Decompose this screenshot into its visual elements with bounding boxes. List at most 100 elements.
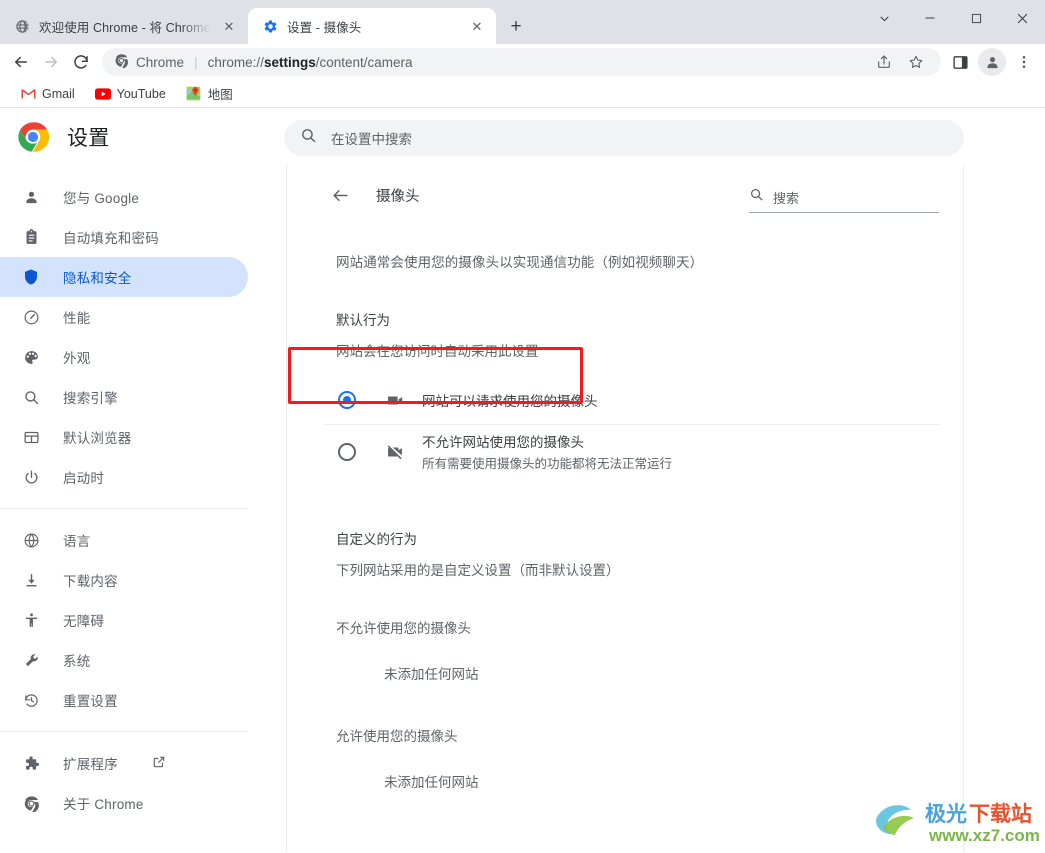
bookmark-maps[interactable]: 地图 — [178, 81, 241, 106]
sidebar-item-label: 性能 — [63, 307, 90, 327]
custom-group-empty: 未添加任何网站 — [384, 771, 939, 791]
bookmark-gmail[interactable]: Gmail — [12, 83, 83, 105]
search-icon — [749, 187, 764, 207]
page-title: 设置 — [67, 122, 110, 152]
sidebar-item-languages[interactable]: 语言 — [0, 520, 248, 560]
accessibility-icon — [21, 610, 41, 630]
svg-text:极光: 极光 — [925, 803, 967, 826]
settings-header: 设置 在设置中搜索 — [0, 109, 1045, 165]
default-behavior-label: 默认行为 — [336, 309, 939, 329]
sidebar-item-privacy-security[interactable]: 隐私和安全 — [0, 257, 248, 297]
back-arrow-icon[interactable] — [328, 183, 352, 207]
camera-description: 网站通常会使用您的摄像头以实现通信功能（例如视频聊天） — [336, 251, 939, 271]
sidebar-item-search-engine[interactable]: 搜索引擎 — [0, 377, 248, 417]
back-button[interactable] — [6, 47, 36, 77]
share-icon[interactable] — [869, 47, 899, 77]
sidebar-item-label: 系统 — [63, 650, 90, 670]
sidebar-divider — [0, 508, 248, 509]
settings-search-input[interactable]: 在设置中搜索 — [284, 120, 964, 156]
omnibox-separator: | — [194, 54, 198, 70]
close-button[interactable] — [999, 0, 1045, 36]
sidebar-item-accessibility[interactable]: 无障碍 — [0, 600, 248, 640]
star-icon[interactable] — [901, 47, 931, 77]
radio-option-subtitle: 所有需要使用摄像头的功能都将无法正常运行 — [422, 453, 672, 472]
videocam-icon — [384, 389, 406, 411]
address-bar[interactable]: Chrome | chrome://settings/content/camer… — [102, 48, 941, 76]
maximize-button[interactable] — [953, 0, 999, 36]
sidebar-item-extensions[interactable]: 扩展程序 — [0, 743, 248, 783]
custom-group-title: 不允许使用您的摄像头 — [336, 617, 939, 637]
gmail-icon — [20, 86, 36, 102]
sidebar-item-label: 默认浏览器 — [63, 427, 132, 447]
sidebar-item-autofill[interactable]: 自动填充和密码 — [0, 217, 248, 257]
bookmark-label: Gmail — [42, 87, 75, 101]
custom-group-blocked: 不允许使用您的摄像头 未添加任何网站 — [312, 617, 939, 683]
chrome-icon — [21, 793, 41, 813]
browser-tab-settings[interactable]: 设置 - 摄像头 ✕ — [248, 8, 496, 44]
sidebar-item-label: 关于 Chrome — [63, 793, 144, 813]
forward-button[interactable] — [36, 47, 66, 77]
videocam-off-icon — [384, 441, 406, 463]
speedometer-icon — [21, 307, 41, 327]
browser-window-icon — [21, 427, 41, 447]
sidebar-item-performance[interactable]: 性能 — [0, 297, 248, 337]
close-icon[interactable]: ✕ — [468, 17, 486, 35]
sidebar-item-reset-settings[interactable]: 重置设置 — [0, 680, 248, 720]
globe-icon — [21, 530, 41, 550]
profile-avatar[interactable] — [978, 48, 1006, 76]
radio-option-allow-camera[interactable]: 网站可以请求使用您的摄像头 — [325, 376, 939, 424]
minimize-button[interactable] — [907, 0, 953, 36]
radio-option-text: 网站可以请求使用您的摄像头 — [422, 390, 598, 410]
reload-button[interactable] — [66, 47, 96, 77]
content-search-placeholder: 搜索 — [773, 188, 799, 207]
google-maps-icon — [186, 86, 202, 102]
sidebar-item-default-browser[interactable]: 默认浏览器 — [0, 417, 248, 457]
bookmark-label: YouTube — [117, 87, 166, 101]
svg-text:www.xz7.com: www.xz7.com — [928, 826, 1039, 845]
custom-group-title: 允许使用您的摄像头 — [336, 725, 939, 745]
globe-icon — [14, 18, 30, 34]
content-title: 摄像头 — [376, 185, 420, 206]
youtube-icon — [95, 86, 111, 102]
settings-search-placeholder: 在设置中搜索 — [331, 128, 412, 148]
svg-text:下载站: 下载站 — [969, 802, 1032, 826]
chrome-logo — [17, 121, 49, 153]
radio-button-unselected[interactable] — [338, 443, 356, 461]
gear-icon — [262, 18, 278, 34]
clipboard-icon — [21, 227, 41, 247]
power-icon — [21, 467, 41, 487]
tab-search-button[interactable] — [861, 0, 907, 36]
history-restore-icon — [21, 690, 41, 710]
sidebar-item-label: 您与 Google — [63, 187, 139, 207]
browser-tab-welcome[interactable]: 欢迎使用 Chrome - 将 Chrome ✕ — [0, 8, 248, 44]
omnibox-chip-label: Chrome — [136, 55, 184, 70]
sidebar-item-downloads[interactable]: 下载内容 — [0, 560, 248, 600]
sidebar-item-about-chrome[interactable]: 关于 Chrome — [0, 783, 248, 823]
sidebar-item-system[interactable]: 系统 — [0, 640, 248, 680]
custom-behavior-sub: 下列网站采用的是自定义设置（而非默认设置） — [336, 559, 939, 579]
radio-option-text: 不允许网站使用您的摄像头 所有需要使用摄像头的功能都将无法正常运行 — [422, 431, 672, 472]
three-dot-menu-icon[interactable] — [1009, 47, 1039, 77]
new-tab-button[interactable]: + — [502, 12, 530, 40]
side-panel-icon[interactable] — [945, 47, 975, 77]
default-behavior-sub: 网站会在您访问时自动采用此设置 — [336, 340, 939, 360]
sidebar-item-label: 下载内容 — [63, 570, 118, 590]
sidebar-item-label: 自动填充和密码 — [63, 227, 159, 247]
url-prefix: chrome:// — [208, 55, 264, 70]
radio-button-selected[interactable] — [338, 391, 356, 409]
sidebar-item-appearance[interactable]: 外观 — [0, 337, 248, 377]
sidebar-item-label: 扩展程序 — [63, 753, 118, 773]
sidebar-item-you-and-google[interactable]: 您与 Google — [0, 177, 248, 217]
bookmark-bar: Gmail YouTube 地图 — [0, 80, 1045, 108]
custom-behavior-label: 自定义的行为 — [336, 528, 939, 548]
content-search-input[interactable]: 搜索 — [749, 187, 939, 213]
bookmark-youtube[interactable]: YouTube — [87, 83, 174, 105]
radio-option-block-camera[interactable]: 不允许网站使用您的摄像头 所有需要使用摄像头的功能都将无法正常运行 — [325, 424, 939, 478]
settings-content: 摄像头 搜索 网站通常会使用您的摄像头以实现通信功能（例如视频聊天） 默认行为 … — [288, 165, 964, 852]
omnibox-url: chrome://settings/content/camera — [208, 55, 861, 70]
close-icon[interactable]: ✕ — [220, 17, 238, 35]
watermark: 极光 下载站 www.xz7.com — [873, 798, 1039, 848]
sidebar-item-on-startup[interactable]: 启动时 — [0, 457, 248, 497]
tab-title: 设置 - 摄像头 — [287, 17, 459, 36]
content-header: 摄像头 搜索 — [312, 165, 939, 225]
